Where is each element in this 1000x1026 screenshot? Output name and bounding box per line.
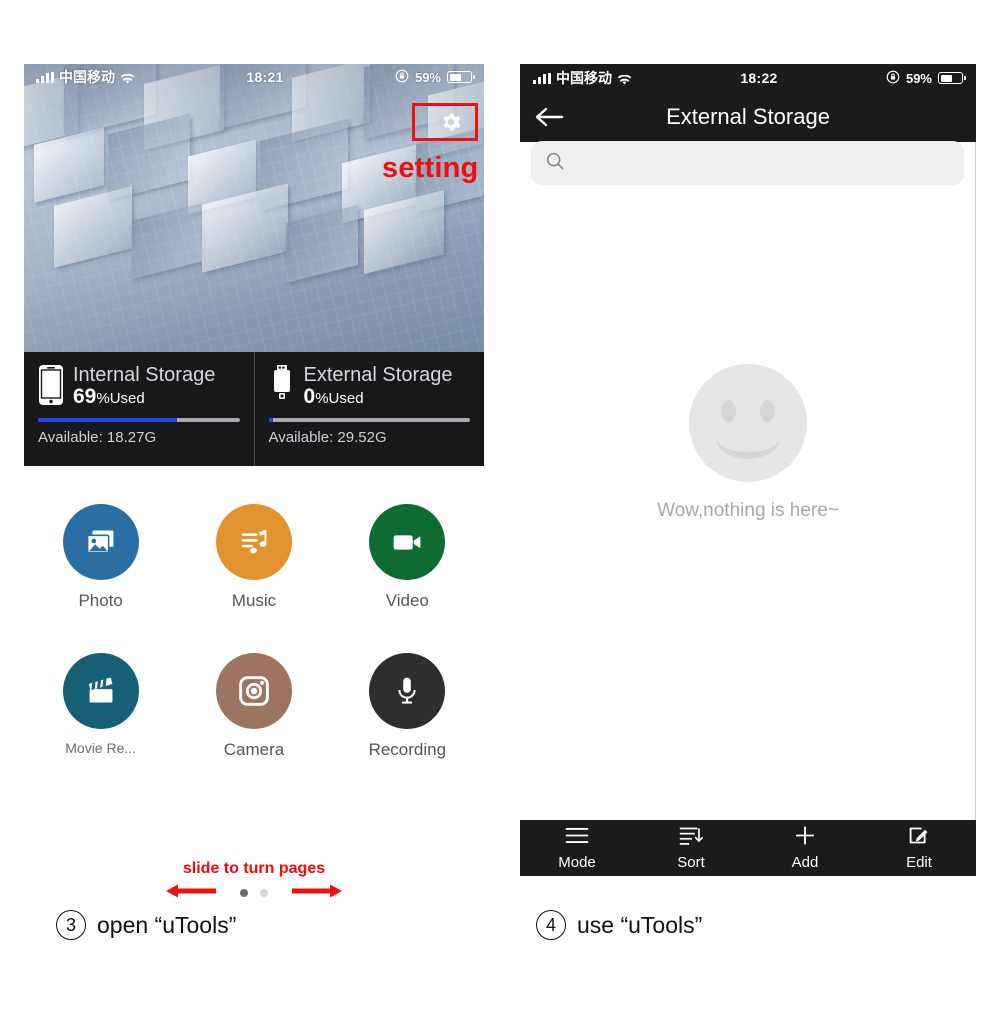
caption-step-4: 4 use “uTools” (536, 910, 702, 940)
status-time: 18:22 (740, 70, 778, 86)
app-label-video: Video (385, 591, 429, 610)
music-note-icon (215, 504, 292, 580)
arrow-left-icon (164, 882, 218, 905)
external-storage-cell[interactable]: External Storage 0%Used Available: 29.52… (253, 352, 485, 466)
battery-percent-label: 59% (414, 69, 441, 85)
external-storage-bar (268, 418, 470, 422)
caption-number: 3 (56, 910, 86, 940)
toolbar-item-add[interactable]: Add (748, 825, 862, 871)
right-status-bar: 中国移动 18:22 59% (520, 64, 976, 92)
internal-storage-title: Internal Storage (73, 364, 216, 386)
toolbar-item-sort[interactable]: Sort (634, 825, 748, 871)
left-status-bar: 中国移动 18:21 59% (24, 64, 484, 90)
caption-text: use “uTools” (577, 911, 703, 938)
page-dot-1[interactable] (240, 889, 248, 897)
app-item-music[interactable]: Music (177, 504, 330, 611)
app-label-photo: Photo (78, 591, 123, 610)
signal-bars-icon (36, 71, 54, 83)
plus-icon (791, 825, 819, 851)
smiley-face-icon (689, 364, 807, 482)
status-time: 18:21 (246, 69, 284, 85)
external-storage-available: Available: 29.52G (268, 429, 387, 446)
back-arrow-icon[interactable] (520, 105, 580, 129)
setting-annotation: setting (382, 152, 479, 184)
camera-icon (215, 653, 292, 729)
sort-arrow-icon (677, 825, 705, 851)
app-row-1: Photo Music Video (24, 504, 484, 611)
app-label-music: Music (231, 591, 277, 610)
wifi-icon (120, 72, 135, 84)
wifi-icon (617, 73, 632, 85)
clapperboard-icon (62, 653, 139, 729)
storage-summary-panel: Internal Storage 69%Used Available: 18.2… (24, 352, 484, 466)
app-item-movie-recorder[interactable]: Movie Re... (24, 653, 177, 760)
phone-icon (38, 364, 64, 411)
carrier-label: 中国移动 (556, 70, 612, 86)
app-item-video[interactable]: Video (331, 504, 484, 611)
caption-number: 4 (536, 910, 566, 940)
microphone-icon (369, 653, 446, 729)
rotation-lock-icon (886, 70, 900, 87)
signal-bars-icon (533, 72, 551, 84)
toolbar-label-edit: Edit (906, 854, 932, 871)
usb-drive-icon (269, 364, 295, 411)
bottom-toolbar: Mode Sort Add Edit (520, 820, 976, 876)
external-storage-used: 0%Used (303, 385, 364, 408)
list-lines-icon (563, 825, 591, 851)
toolbar-label-add: Add (791, 854, 819, 871)
toolbar-label-mode: Mode (558, 854, 596, 871)
battery-icon (938, 72, 966, 84)
app-item-recording[interactable]: Recording (331, 653, 484, 760)
nav-bar: External Storage (520, 92, 976, 142)
empty-state-message: Wow,nothing is here~ (657, 500, 839, 521)
page-title: External Storage (666, 104, 830, 129)
video-camera-icon (369, 504, 446, 580)
internal-storage-available: Available: 18.27G (38, 429, 157, 446)
pencil-square-icon (905, 825, 933, 851)
search-input[interactable] (575, 153, 950, 173)
app-label-camera: Camera (223, 740, 285, 759)
photo-icon (62, 504, 139, 580)
internal-storage-used: 69%Used (73, 385, 145, 408)
app-label-movie-recorder: Movie Re... (65, 740, 137, 756)
toolbar-item-mode[interactable]: Mode (520, 825, 634, 871)
slide-annotation: slide to turn pages (24, 860, 484, 902)
app-item-photo[interactable]: Photo (24, 504, 177, 611)
search-icon (545, 151, 565, 176)
right-phone-screenshot: 中国移动 18:22 59% External Storage Wow,noth… (520, 64, 976, 876)
home-wallpaper: 中国移动 18:21 59% setting (24, 64, 484, 352)
app-item-camera[interactable]: Camera (177, 653, 330, 760)
left-phone-screenshot: 中国移动 18:21 59% setting Internal Storage … (24, 64, 484, 897)
carrier-label: 中国移动 (59, 69, 115, 85)
empty-state: Wow,nothing is here~ (520, 364, 976, 522)
toolbar-label-sort: Sort (677, 854, 705, 871)
slide-hint-label: slide to turn pages (182, 860, 326, 877)
toolbar-item-edit[interactable]: Edit (862, 825, 976, 871)
page-dots[interactable] (240, 889, 268, 897)
caption-text: open “uTools” (97, 911, 237, 938)
internal-storage-bar (38, 418, 240, 422)
internal-storage-cell[interactable]: Internal Storage 69%Used Available: 18.2… (24, 352, 254, 466)
page-dot-2[interactable] (260, 889, 268, 897)
caption-step-3: 3 open “uTools” (56, 910, 236, 940)
app-label-recording: Recording (368, 740, 447, 759)
external-storage-title: External Storage (303, 364, 453, 386)
battery-icon (447, 71, 475, 83)
app-row-2: Movie Re... Camera Recording (24, 653, 484, 760)
battery-percent-label: 59% (905, 70, 932, 86)
search-bar[interactable] (531, 141, 964, 185)
gear-icon[interactable] (439, 110, 463, 134)
app-grid: Photo Music Video Movie Re... Camera Rec… (24, 504, 484, 802)
arrow-right-icon (290, 882, 344, 905)
rotation-lock-icon (395, 69, 409, 86)
